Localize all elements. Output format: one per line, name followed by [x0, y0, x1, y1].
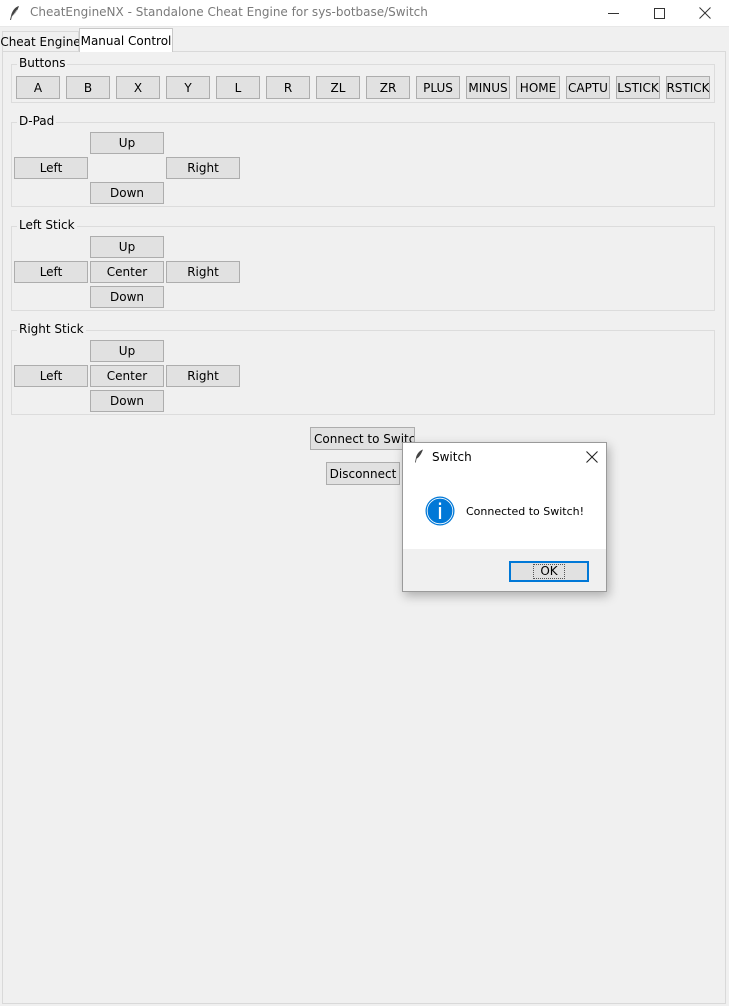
dpad-up-button[interactable]: Up	[90, 132, 164, 154]
button-x[interactable]: X	[116, 76, 160, 99]
disconnect-button[interactable]: Disconnect	[326, 462, 400, 485]
left-stick-down-button[interactable]: Down	[90, 286, 164, 308]
button-zr[interactable]: ZR	[366, 76, 410, 99]
left-stick-center-button[interactable]: Center	[90, 261, 164, 283]
button-home[interactable]: HOME	[516, 76, 560, 99]
close-icon	[586, 451, 598, 463]
button-y[interactable]: Y	[166, 76, 210, 99]
dialog-title: Switch	[432, 450, 472, 464]
dpad-left-button[interactable]: Left	[14, 157, 88, 179]
dialog-message: Connected to Switch!	[466, 505, 585, 518]
button-capture[interactable]: CAPTU	[566, 76, 610, 99]
right-stick-left-button[interactable]: Left	[14, 365, 88, 387]
window-title: CheatEngineNX - Standalone Cheat Engine …	[30, 5, 428, 19]
tab-cheat-engine[interactable]: Cheat Engine	[0, 31, 81, 52]
right-stick-up-button[interactable]: Up	[90, 340, 164, 362]
close-button[interactable]	[682, 0, 728, 26]
button-plus[interactable]: PLUS	[416, 76, 460, 99]
button-rstick[interactable]: RSTICK	[666, 76, 710, 99]
button-a[interactable]: A	[16, 76, 60, 99]
ok-button-label: OK	[533, 564, 565, 579]
left-stick-group-label: Left Stick	[17, 218, 77, 232]
switch-dialog: Switch Connected to Switch! OK	[402, 442, 607, 592]
close-icon	[699, 7, 711, 19]
tab-manual-control[interactable]: Manual Control	[79, 28, 173, 52]
right-stick-right-button[interactable]: Right	[166, 365, 240, 387]
minimize-icon	[607, 12, 619, 14]
right-stick-down-button[interactable]: Down	[90, 390, 164, 412]
maximize-icon	[653, 7, 665, 19]
connect-button[interactable]: Connect to Switch	[310, 427, 415, 450]
dpad-group-label: D-Pad	[17, 114, 57, 128]
buttons-group-label: Buttons	[17, 56, 68, 70]
dpad-right-button[interactable]: Right	[166, 157, 240, 179]
left-stick-up-button[interactable]: Up	[90, 236, 164, 258]
minimize-button[interactable]	[590, 0, 636, 26]
connect-button-label: Connect to Switch	[314, 431, 415, 446]
feather-icon	[415, 449, 423, 463]
dialog-close-button[interactable]	[581, 446, 603, 468]
button-r[interactable]: R	[266, 76, 310, 99]
right-stick-group-label: Right Stick	[17, 322, 86, 336]
button-b[interactable]: B	[66, 76, 110, 99]
ok-button[interactable]: OK	[509, 561, 589, 582]
left-stick-left-button[interactable]: Left	[14, 261, 88, 283]
title-bar: CheatEngineNX - Standalone Cheat Engine …	[0, 0, 729, 27]
left-stick-right-button[interactable]: Right	[166, 261, 240, 283]
button-zl[interactable]: ZL	[316, 76, 360, 99]
feather-icon	[10, 6, 19, 20]
button-lstick[interactable]: LSTICK	[616, 76, 660, 99]
maximize-button[interactable]	[636, 0, 682, 26]
dpad-down-button[interactable]: Down	[90, 182, 164, 204]
right-stick-center-button[interactable]: Center	[90, 365, 164, 387]
button-l[interactable]: L	[216, 76, 260, 99]
info-icon	[425, 496, 455, 526]
button-minus[interactable]: MINUS	[466, 76, 510, 99]
